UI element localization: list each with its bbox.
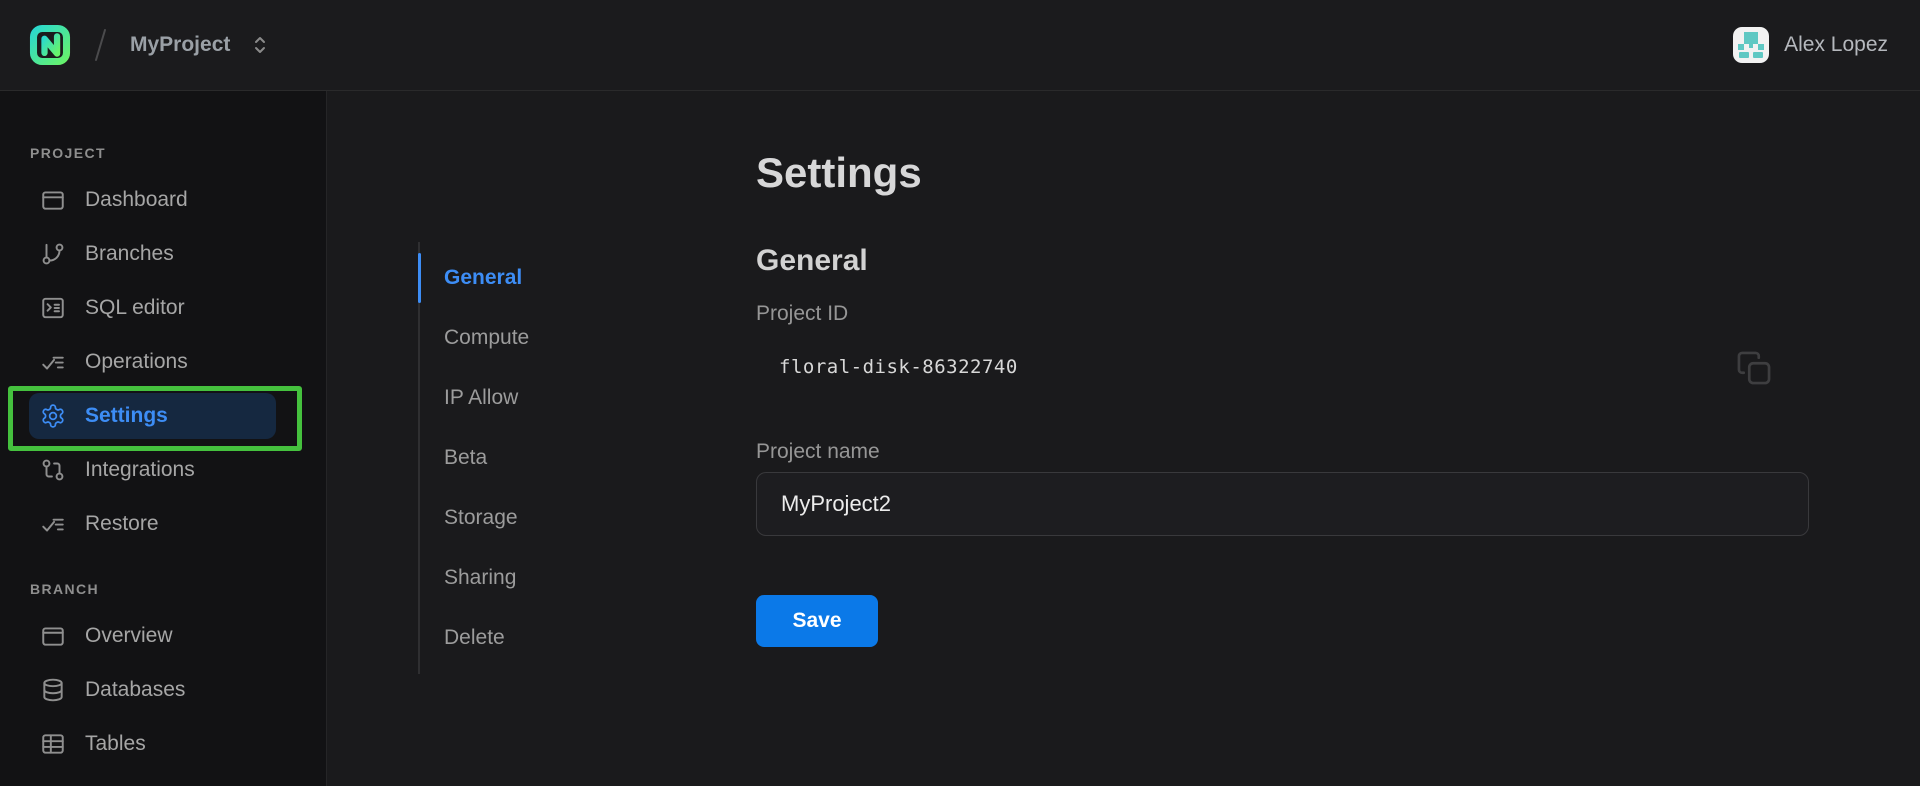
sidebar-item-settings[interactable]: Settings xyxy=(0,389,326,443)
sidebar-item-tables[interactable]: Tables xyxy=(0,717,326,771)
restore-icon xyxy=(40,511,66,537)
sidebar-item-label: Overview xyxy=(85,624,173,648)
copy-icon xyxy=(1735,349,1773,387)
sidebar-item-restore[interactable]: Restore xyxy=(0,497,326,551)
sidebar-section-branch: BRANCH xyxy=(30,581,326,597)
general-section-heading: General xyxy=(756,244,868,278)
project-name-label: Project name xyxy=(756,440,880,464)
table-icon xyxy=(40,731,66,757)
sidebar-item-label: Dashboard xyxy=(85,188,188,212)
sidebar-item-sql-editor[interactable]: SQL editor xyxy=(0,281,326,335)
project-name-input[interactable] xyxy=(756,472,1809,536)
sidebar-item-label: Integrations xyxy=(85,458,195,482)
sidebar-item-label: Restore xyxy=(85,512,159,536)
sidebar-item-label: Settings xyxy=(85,404,168,428)
copy-project-id-button[interactable] xyxy=(1732,346,1776,390)
sidebar-project-list: Dashboard Branches SQL editor Operations xyxy=(0,173,326,551)
project-id-value: floral-disk-86322740 xyxy=(779,356,1018,378)
git-branch-icon xyxy=(40,241,66,267)
sidebar-item-label: SQL editor xyxy=(85,296,185,320)
sidebar-item-databases[interactable]: Databases xyxy=(0,663,326,717)
breadcrumb-slash-icon xyxy=(92,25,108,65)
settings-tab-general[interactable]: General xyxy=(418,248,698,308)
settings-tab-storage[interactable]: Storage xyxy=(418,488,698,548)
chevron-updown-icon[interactable] xyxy=(250,34,270,56)
settings-tab-ip-allow[interactable]: IP Allow xyxy=(418,368,698,428)
sidebar-item-dashboard[interactable]: Dashboard xyxy=(0,173,326,227)
dashboard-icon xyxy=(40,187,66,213)
top-bar: MyProject Alex Lopez xyxy=(0,0,1920,91)
sidebar-item-label: Databases xyxy=(85,678,185,702)
sidebar-branch-list: Overview Databases Tables xyxy=(0,609,326,771)
sidebar-item-label: Operations xyxy=(85,350,188,374)
save-button[interactable]: Save xyxy=(756,595,878,647)
database-icon xyxy=(40,677,66,703)
user-avatar[interactable] xyxy=(1733,27,1769,63)
sidebar-item-label: Tables xyxy=(85,732,146,756)
sidebar-item-operations[interactable]: Operations xyxy=(0,335,326,389)
integrations-icon xyxy=(40,457,66,483)
breadcrumb-project-name[interactable]: MyProject xyxy=(130,33,230,57)
sidebar-item-branches[interactable]: Branches xyxy=(0,227,326,281)
settings-tab-beta[interactable]: Beta xyxy=(418,428,698,488)
window-icon xyxy=(40,623,66,649)
user-name[interactable]: Alex Lopez xyxy=(1784,33,1888,57)
sidebar-item-label: Branches xyxy=(85,242,174,266)
settings-tab-delete[interactable]: Delete xyxy=(418,608,698,668)
page-title: Settings xyxy=(756,149,922,197)
terminal-icon xyxy=(40,295,66,321)
sidebar-item-integrations[interactable]: Integrations xyxy=(0,443,326,497)
neon-logo[interactable] xyxy=(28,23,72,67)
settings-tab-compute[interactable]: Compute xyxy=(418,308,698,368)
settings-subnav: General Compute IP Allow Beta Storage Sh… xyxy=(418,242,698,674)
sidebar-section-project: PROJECT xyxy=(30,145,326,161)
main-content: Settings General Compute IP Allow Beta S… xyxy=(328,91,1920,786)
settings-tab-sharing[interactable]: Sharing xyxy=(418,548,698,608)
gear-icon xyxy=(40,403,66,429)
project-id-label: Project ID xyxy=(756,302,848,326)
sidebar: PROJECT Dashboard Branches SQL editor Op… xyxy=(0,91,327,786)
sidebar-item-overview[interactable]: Overview xyxy=(0,609,326,663)
checklist-icon xyxy=(40,349,66,375)
